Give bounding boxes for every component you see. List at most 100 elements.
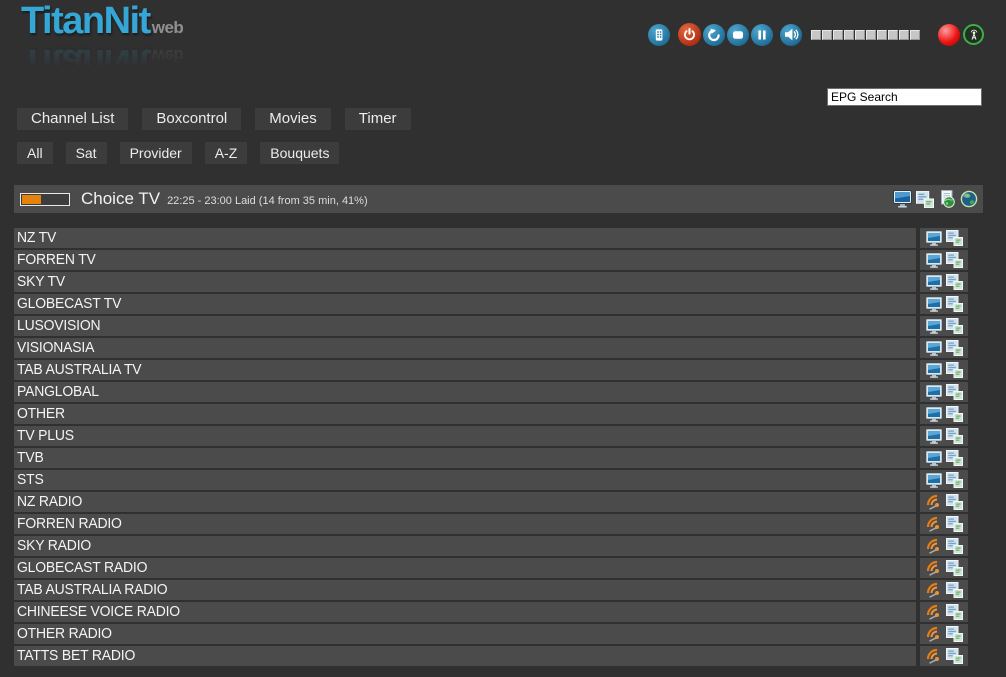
radio-zap-icon[interactable] xyxy=(926,494,942,510)
tv-zap-icon[interactable] xyxy=(926,231,942,246)
channel-name-cell[interactable]: SKY RADIO xyxy=(14,536,916,556)
radio-zap-icon[interactable] xyxy=(926,538,942,554)
tv-zap-icon[interactable] xyxy=(926,275,942,290)
restart-button[interactable] xyxy=(703,24,725,46)
epg-search-input[interactable] xyxy=(827,88,982,106)
radio-zap-icon[interactable] xyxy=(926,604,942,620)
epg-list-icon[interactable] xyxy=(946,340,963,356)
nav-channel-list-button[interactable]: Channel List xyxy=(17,108,128,130)
stream-page-icon[interactable] xyxy=(938,190,956,208)
epg-list-icon[interactable] xyxy=(946,582,963,598)
channel-name-cell[interactable]: FORREN RADIO xyxy=(14,514,916,534)
channel-name-cell[interactable]: TVB xyxy=(14,448,916,468)
channel-name-cell[interactable]: FORREN TV xyxy=(14,250,916,270)
epg-list-icon[interactable] xyxy=(946,450,963,466)
titannit-web-page: TitanNitweb TitanNitweb xyxy=(0,0,1006,677)
filter-all-button[interactable]: All xyxy=(17,142,53,164)
channel-name-cell[interactable]: LUSOVISION xyxy=(14,316,916,336)
radio-zap-icon[interactable] xyxy=(926,560,942,576)
epg-list-icon[interactable] xyxy=(946,560,963,576)
tv-zap-icon[interactable] xyxy=(926,429,942,444)
volume-segment[interactable] xyxy=(888,30,898,40)
epg-list-icon[interactable] xyxy=(946,494,963,510)
radio-zap-icon[interactable] xyxy=(926,626,942,642)
remote-button[interactable] xyxy=(648,24,670,46)
radio-zap-icon[interactable] xyxy=(926,516,942,532)
nav-timer-button[interactable]: Timer xyxy=(345,108,411,130)
channel-row-actions xyxy=(920,338,968,358)
volume-segment[interactable] xyxy=(910,30,920,40)
volume-segment[interactable] xyxy=(899,30,909,40)
epg-list-icon[interactable] xyxy=(916,191,934,208)
channel-row-actions xyxy=(920,250,968,270)
channel-name-cell[interactable]: NZ RADIO xyxy=(14,492,916,512)
radio-zap-icon[interactable] xyxy=(926,648,942,664)
channel-name-cell[interactable]: OTHER xyxy=(14,404,916,424)
tv-screen-icon[interactable] xyxy=(893,190,912,208)
channel-name-cell[interactable]: OTHER RADIO xyxy=(14,624,916,644)
volume-segment[interactable] xyxy=(811,30,821,40)
nav-movies-button[interactable]: Movies xyxy=(255,108,331,130)
radio-zap-icon[interactable] xyxy=(926,582,942,598)
channel-name-cell[interactable]: SKY TV xyxy=(14,272,916,292)
tv-zap-icon[interactable] xyxy=(926,363,942,378)
channel-row: GLOBECAST TV xyxy=(14,294,968,314)
epg-list-icon[interactable] xyxy=(946,406,963,422)
epg-list-icon[interactable] xyxy=(946,516,963,532)
channel-name-cell[interactable]: GLOBECAST TV xyxy=(14,294,916,314)
tv-zap-icon[interactable] xyxy=(926,341,942,356)
filter-bouquets-button[interactable]: Bouquets xyxy=(260,142,339,164)
volume-segment[interactable] xyxy=(844,30,854,40)
channel-name-cell[interactable]: TAB AUSTRALIA RADIO xyxy=(14,580,916,600)
channel-name-cell[interactable]: TATTS BET RADIO xyxy=(14,646,916,666)
volume-segment[interactable] xyxy=(822,30,832,40)
nav-boxcontrol-button[interactable]: Boxcontrol xyxy=(142,108,241,130)
epg-list-icon[interactable] xyxy=(946,362,963,378)
channel-row: TAB AUSTRALIA RADIO xyxy=(14,580,968,600)
channel-name: TAB AUSTRALIA RADIO xyxy=(17,580,167,600)
epg-list-icon[interactable] xyxy=(946,296,963,312)
tv-zap-icon[interactable] xyxy=(926,253,942,268)
epg-list-icon[interactable] xyxy=(946,384,963,400)
tv-zap-icon[interactable] xyxy=(926,385,942,400)
volume-mute-button[interactable] xyxy=(780,24,802,46)
epg-list-icon[interactable] xyxy=(946,648,963,664)
web-globe-icon[interactable] xyxy=(960,190,978,208)
epg-list-icon[interactable] xyxy=(946,230,963,246)
filter-az-button[interactable]: A-Z xyxy=(205,142,248,164)
channel-name-cell[interactable]: VISIONASIA xyxy=(14,338,916,358)
channel-name-cell[interactable]: STS xyxy=(14,470,916,490)
tv-zap-icon[interactable] xyxy=(926,319,942,334)
power-button[interactable] xyxy=(678,23,701,46)
volume-segment[interactable] xyxy=(877,30,887,40)
epg-list-icon[interactable] xyxy=(946,472,963,488)
channel-row: TV PLUS xyxy=(14,426,968,446)
channel-name: FORREN RADIO xyxy=(17,514,122,534)
volume-segment[interactable] xyxy=(833,30,843,40)
channel-name-cell[interactable]: TAB AUSTRALIA TV xyxy=(14,360,916,380)
filter-sat-button[interactable]: Sat xyxy=(66,142,107,164)
epg-list-icon[interactable] xyxy=(946,626,963,642)
filter-provider-button[interactable]: Provider xyxy=(120,142,192,164)
tv-zap-icon[interactable] xyxy=(926,473,942,488)
epg-list-icon[interactable] xyxy=(946,428,963,444)
tv-zap-icon[interactable] xyxy=(926,297,942,312)
stop-button[interactable] xyxy=(727,24,749,46)
volume-segment[interactable] xyxy=(855,30,865,40)
pause-button[interactable] xyxy=(751,24,773,46)
epg-list-icon[interactable] xyxy=(946,318,963,334)
channel-name-cell[interactable]: TV PLUS xyxy=(14,426,916,446)
channel-name-cell[interactable]: NZ TV xyxy=(14,228,916,248)
channel-name-cell[interactable]: CHINEESE VOICE RADIO xyxy=(14,602,916,622)
channel-name-cell[interactable]: GLOBECAST RADIO xyxy=(14,558,916,578)
signal-indicator[interactable] xyxy=(963,24,984,45)
epg-list-icon[interactable] xyxy=(946,274,963,290)
epg-list-icon[interactable] xyxy=(946,252,963,268)
tv-zap-icon[interactable] xyxy=(926,407,942,422)
epg-list-icon[interactable] xyxy=(946,604,963,620)
tv-zap-icon[interactable] xyxy=(926,451,942,466)
epg-list-icon[interactable] xyxy=(946,538,963,554)
channel-name-cell[interactable]: PANGLOBAL xyxy=(14,382,916,402)
channel-row: CHINEESE VOICE RADIO xyxy=(14,602,968,622)
volume-segment[interactable] xyxy=(866,30,876,40)
